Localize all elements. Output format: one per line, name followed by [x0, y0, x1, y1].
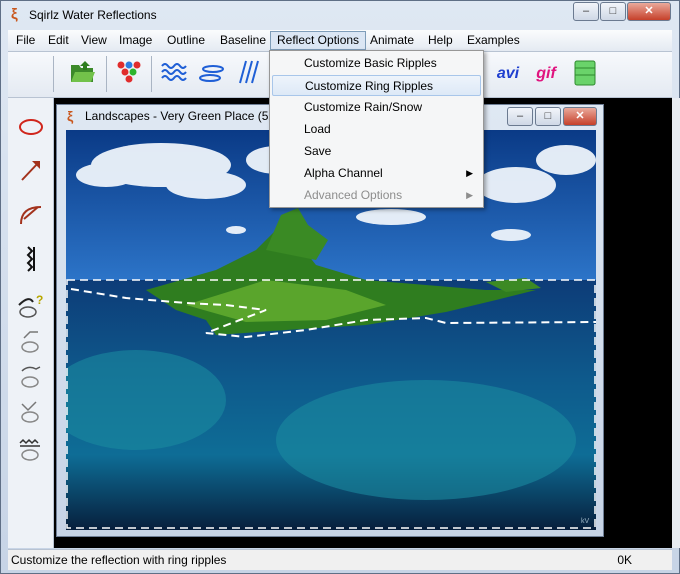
submenu-arrow-icon: ▶ [466, 168, 473, 178]
menu-item-customize-ring-ripples[interactable]: Customize Ring Ripples [272, 75, 481, 96]
ellipse-tool-icon[interactable] [15, 112, 47, 144]
close-button[interactable]: ✕ [627, 2, 671, 21]
menu-help[interactable]: Help [422, 32, 459, 49]
ripple-help-tool-icon[interactable]: ? [15, 290, 47, 322]
menu-item-label: Customize Basic Ripples [304, 56, 437, 70]
toolbar-separator [53, 56, 54, 92]
toolbar-separator [106, 56, 107, 92]
svg-text:?: ? [36, 293, 43, 307]
colors-icon[interactable] [114, 59, 144, 89]
frames-icon[interactable] [570, 59, 600, 89]
image-window-title: Landscapes - Very Green Place (52% [85, 109, 286, 123]
basic-ripples-icon[interactable] [160, 59, 190, 89]
ripple-tool-2-icon[interactable] [15, 361, 47, 393]
submenu-arrow-icon: ▶ [466, 190, 473, 200]
curve-tool-icon[interactable] [15, 199, 47, 231]
menu-item-label: Save [304, 144, 332, 158]
menu-item-customize-rain-snow[interactable]: Customize Rain/Snow [272, 97, 481, 118]
status-indicator: 0K [617, 553, 632, 567]
toolbar-separator [151, 56, 152, 92]
image-window-icon: ξ [67, 108, 74, 124]
ripple-tool-4-icon[interactable] [15, 434, 47, 466]
status-message: Customize the reflection with ring rippl… [11, 553, 227, 567]
menu-item-label: Customize Ring Ripples [305, 79, 434, 93]
menu-view[interactable]: View [75, 32, 113, 49]
image-watermark: kV [581, 518, 590, 525]
window-title: Sqirlz Water Reflections [29, 8, 157, 22]
menu-item-label: Load [304, 122, 331, 136]
menu-examples[interactable]: Examples [461, 32, 526, 49]
avi-button[interactable]: avi [493, 59, 523, 89]
child-minimize-button[interactable]: – [507, 107, 533, 126]
menu-item-label: Alpha Channel [304, 166, 383, 180]
minimize-button[interactable]: – [573, 2, 599, 21]
gif-button[interactable]: gif [531, 59, 561, 89]
menu-item-save[interactable]: Save [272, 141, 481, 162]
menu-item-customize-basic-ripples[interactable]: Customize Basic Ripples [272, 53, 481, 74]
rain-icon[interactable] [234, 59, 264, 89]
menu-reflect-options[interactable]: Reflect Options [270, 31, 367, 50]
menu-animate[interactable]: Animate [364, 32, 420, 49]
menu-outline[interactable]: Outline [161, 32, 211, 49]
child-close-button[interactable]: ✕ [563, 107, 597, 126]
reflect-options-menu: Customize Basic Ripples Customize Ring R… [269, 50, 484, 208]
ripple-tool-3-icon[interactable] [15, 396, 47, 428]
ring-ripples-icon[interactable] [198, 59, 228, 89]
tool-palette: ? [8, 98, 54, 548]
child-maximize-button[interactable]: □ [535, 107, 561, 126]
menu-baseline[interactable]: Baseline [214, 32, 272, 49]
menu-edit[interactable]: Edit [42, 32, 75, 49]
menu-image[interactable]: Image [113, 32, 158, 49]
main-window: ξ Sqirlz Water Reflections – □ ✕ File Ed… [0, 0, 680, 574]
maximize-button[interactable]: □ [600, 2, 626, 21]
menu-bar: File Edit View Image Outline Baseline Re… [8, 30, 672, 52]
menu-file[interactable]: File [10, 32, 41, 49]
ripple-tool-1-icon[interactable] [15, 326, 47, 358]
menu-item-label: Advanced Options [304, 188, 403, 202]
sqirlz-app-icon: ξ [11, 6, 18, 23]
menu-item-load[interactable]: Load [272, 119, 481, 140]
arrow-tool-icon[interactable] [15, 155, 47, 187]
menu-item-alpha-channel[interactable]: Alpha Channel ▶ [272, 163, 481, 184]
menu-item-advanced-options: Advanced Options ▶ [272, 185, 481, 206]
open-folder-icon[interactable] [68, 59, 98, 89]
status-bar: Customize the reflection with ring rippl… [8, 549, 672, 570]
baseline-tool-icon[interactable] [15, 244, 47, 276]
menu-item-label: Customize Rain/Snow [304, 100, 423, 114]
vertical-scrollbar[interactable] [672, 98, 680, 548]
title-bar[interactable]: ξ Sqirlz Water Reflections – □ ✕ [1, 1, 679, 30]
